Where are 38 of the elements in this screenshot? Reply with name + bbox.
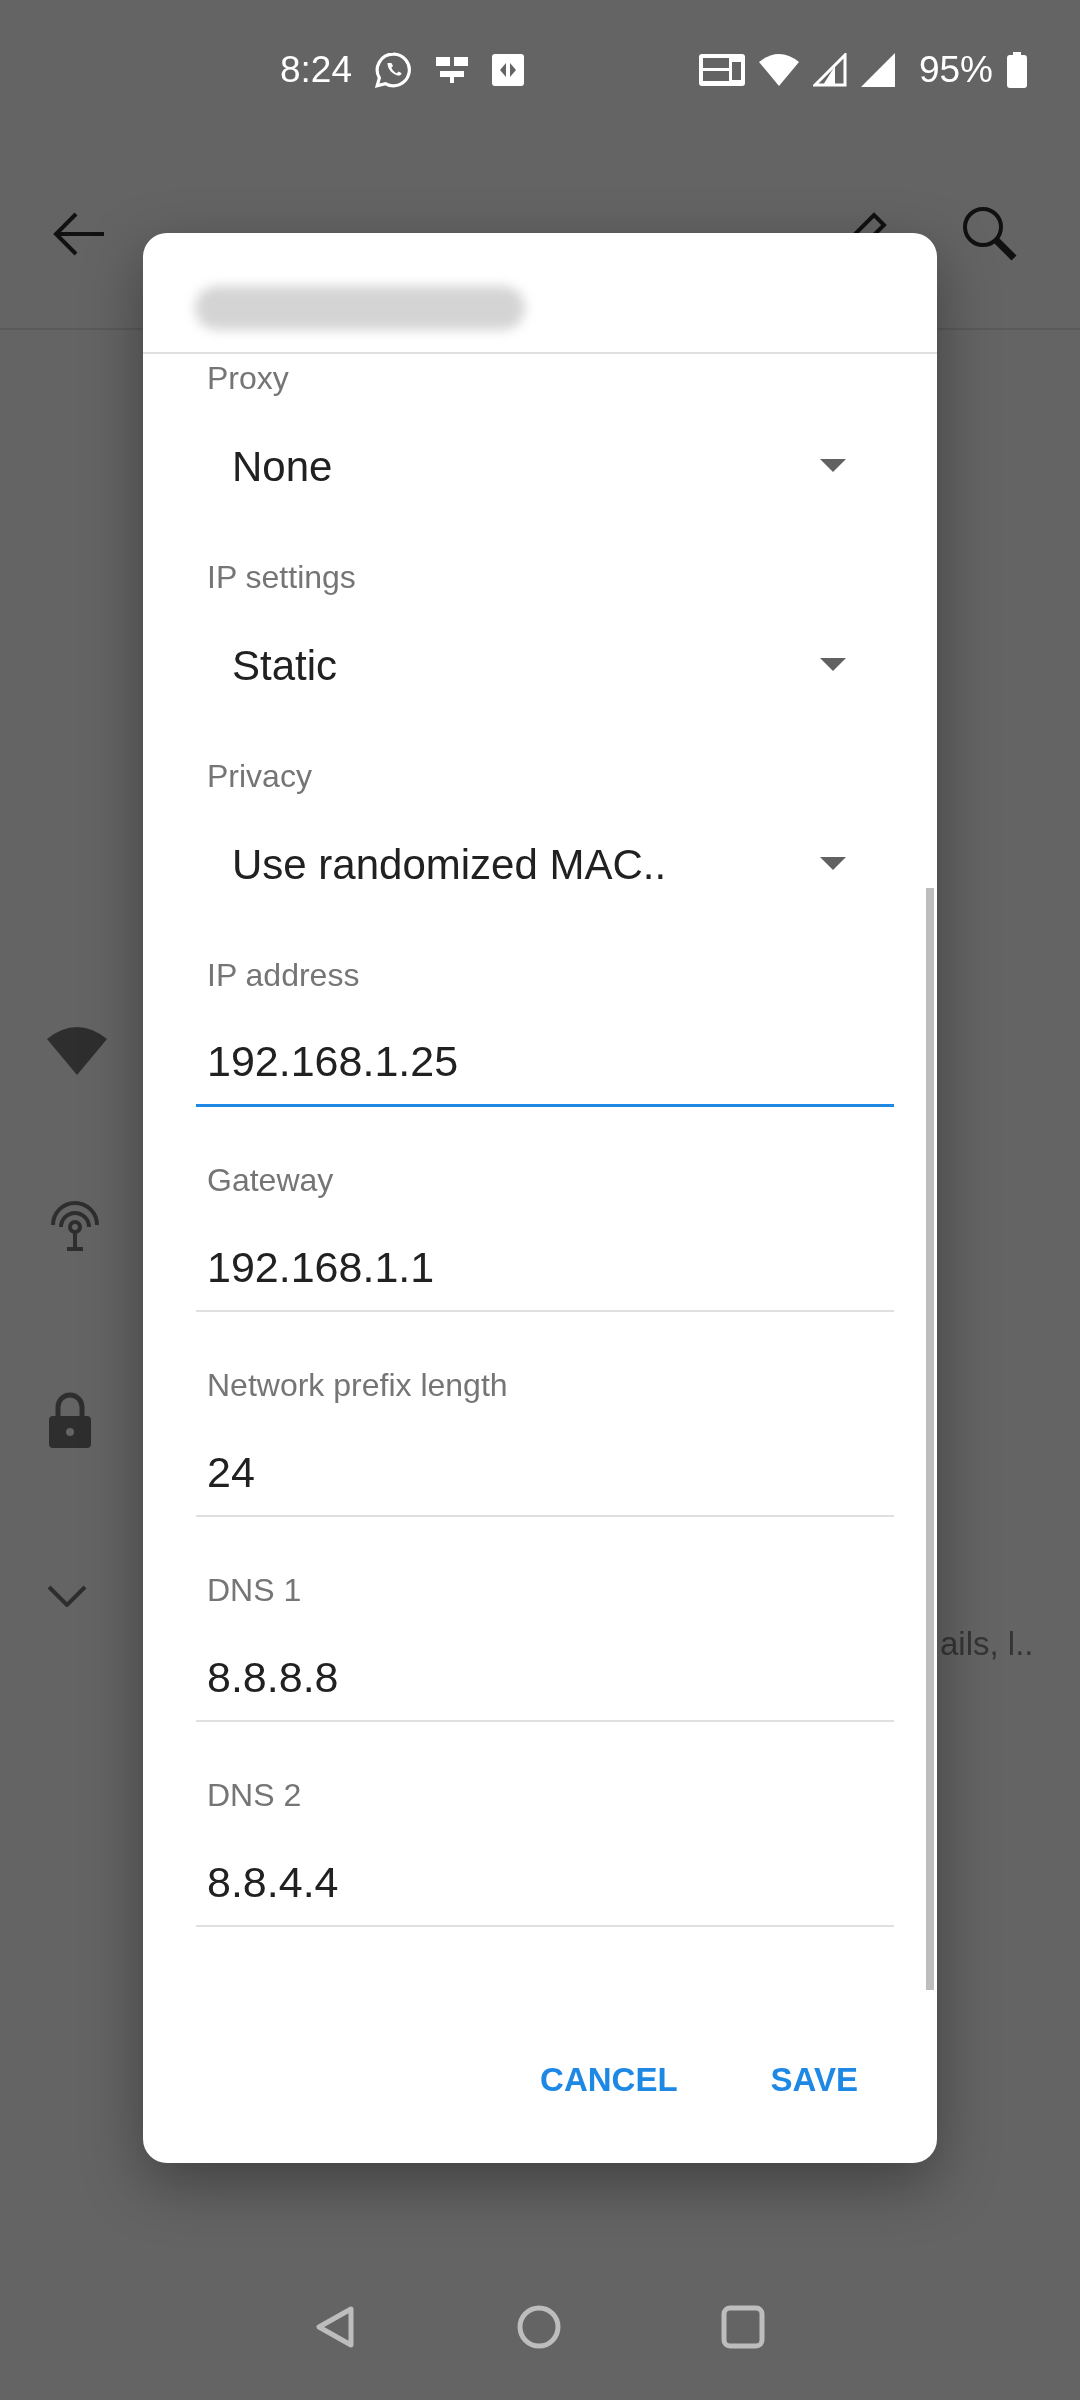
field-label: IP settings — [207, 558, 357, 597]
input-field[interactable]: 8.8.4.4 — [196, 1839, 894, 1927]
dropdown[interactable]: Static — [196, 617, 894, 713]
field-label: Gateway — [207, 1161, 335, 1200]
dialog-button[interactable]: SAVE — [754, 2044, 874, 2116]
input-field[interactable]: 24 — [196, 1429, 894, 1517]
field-label: Proxy — [207, 359, 290, 398]
battery-icon — [1007, 52, 1027, 88]
signal-icon — [812, 53, 847, 87]
input-field[interactable]: 8.8.8.8 — [196, 1634, 894, 1722]
input-field[interactable]: 192.168.1.25 — [196, 1019, 894, 1107]
field-label: IP address — [207, 956, 361, 995]
clock: 8:24 — [280, 48, 352, 93]
recents-nav-icon[interactable] — [721, 2305, 765, 2349]
field-label: Privacy — [207, 757, 313, 796]
dialog-button[interactable]: CANCEL — [524, 2044, 694, 2116]
lock-icon — [47, 1392, 93, 1448]
network-icon — [434, 55, 470, 85]
battery-percent: 95% — [918, 48, 993, 93]
app-icon — [492, 54, 524, 86]
wifi-icon — [758, 54, 799, 86]
caret-icon — [820, 857, 846, 871]
chat-bubble-icon — [374, 51, 412, 89]
field-label: DNS 1 — [207, 1571, 303, 1610]
volte-icon — [698, 54, 745, 86]
back-arrow-icon[interactable] — [52, 212, 106, 256]
field-label: DNS 2 — [207, 1776, 303, 1815]
dropdown[interactable]: None — [196, 418, 894, 514]
caret-icon — [820, 459, 846, 473]
signal-icon — [860, 53, 895, 87]
wifi-icon — [47, 1025, 107, 1075]
back-nav-icon[interactable] — [315, 2305, 357, 2349]
home-nav-icon[interactable] — [517, 2305, 561, 2349]
chevron-down-icon[interactable] — [47, 1585, 87, 1607]
caret-icon — [820, 658, 846, 672]
dropdown[interactable]: Use randomized MAC.. — [196, 816, 894, 912]
field-label: Network prefix length — [207, 1366, 509, 1405]
input-field[interactable]: 192.168.1.1 — [196, 1224, 894, 1312]
